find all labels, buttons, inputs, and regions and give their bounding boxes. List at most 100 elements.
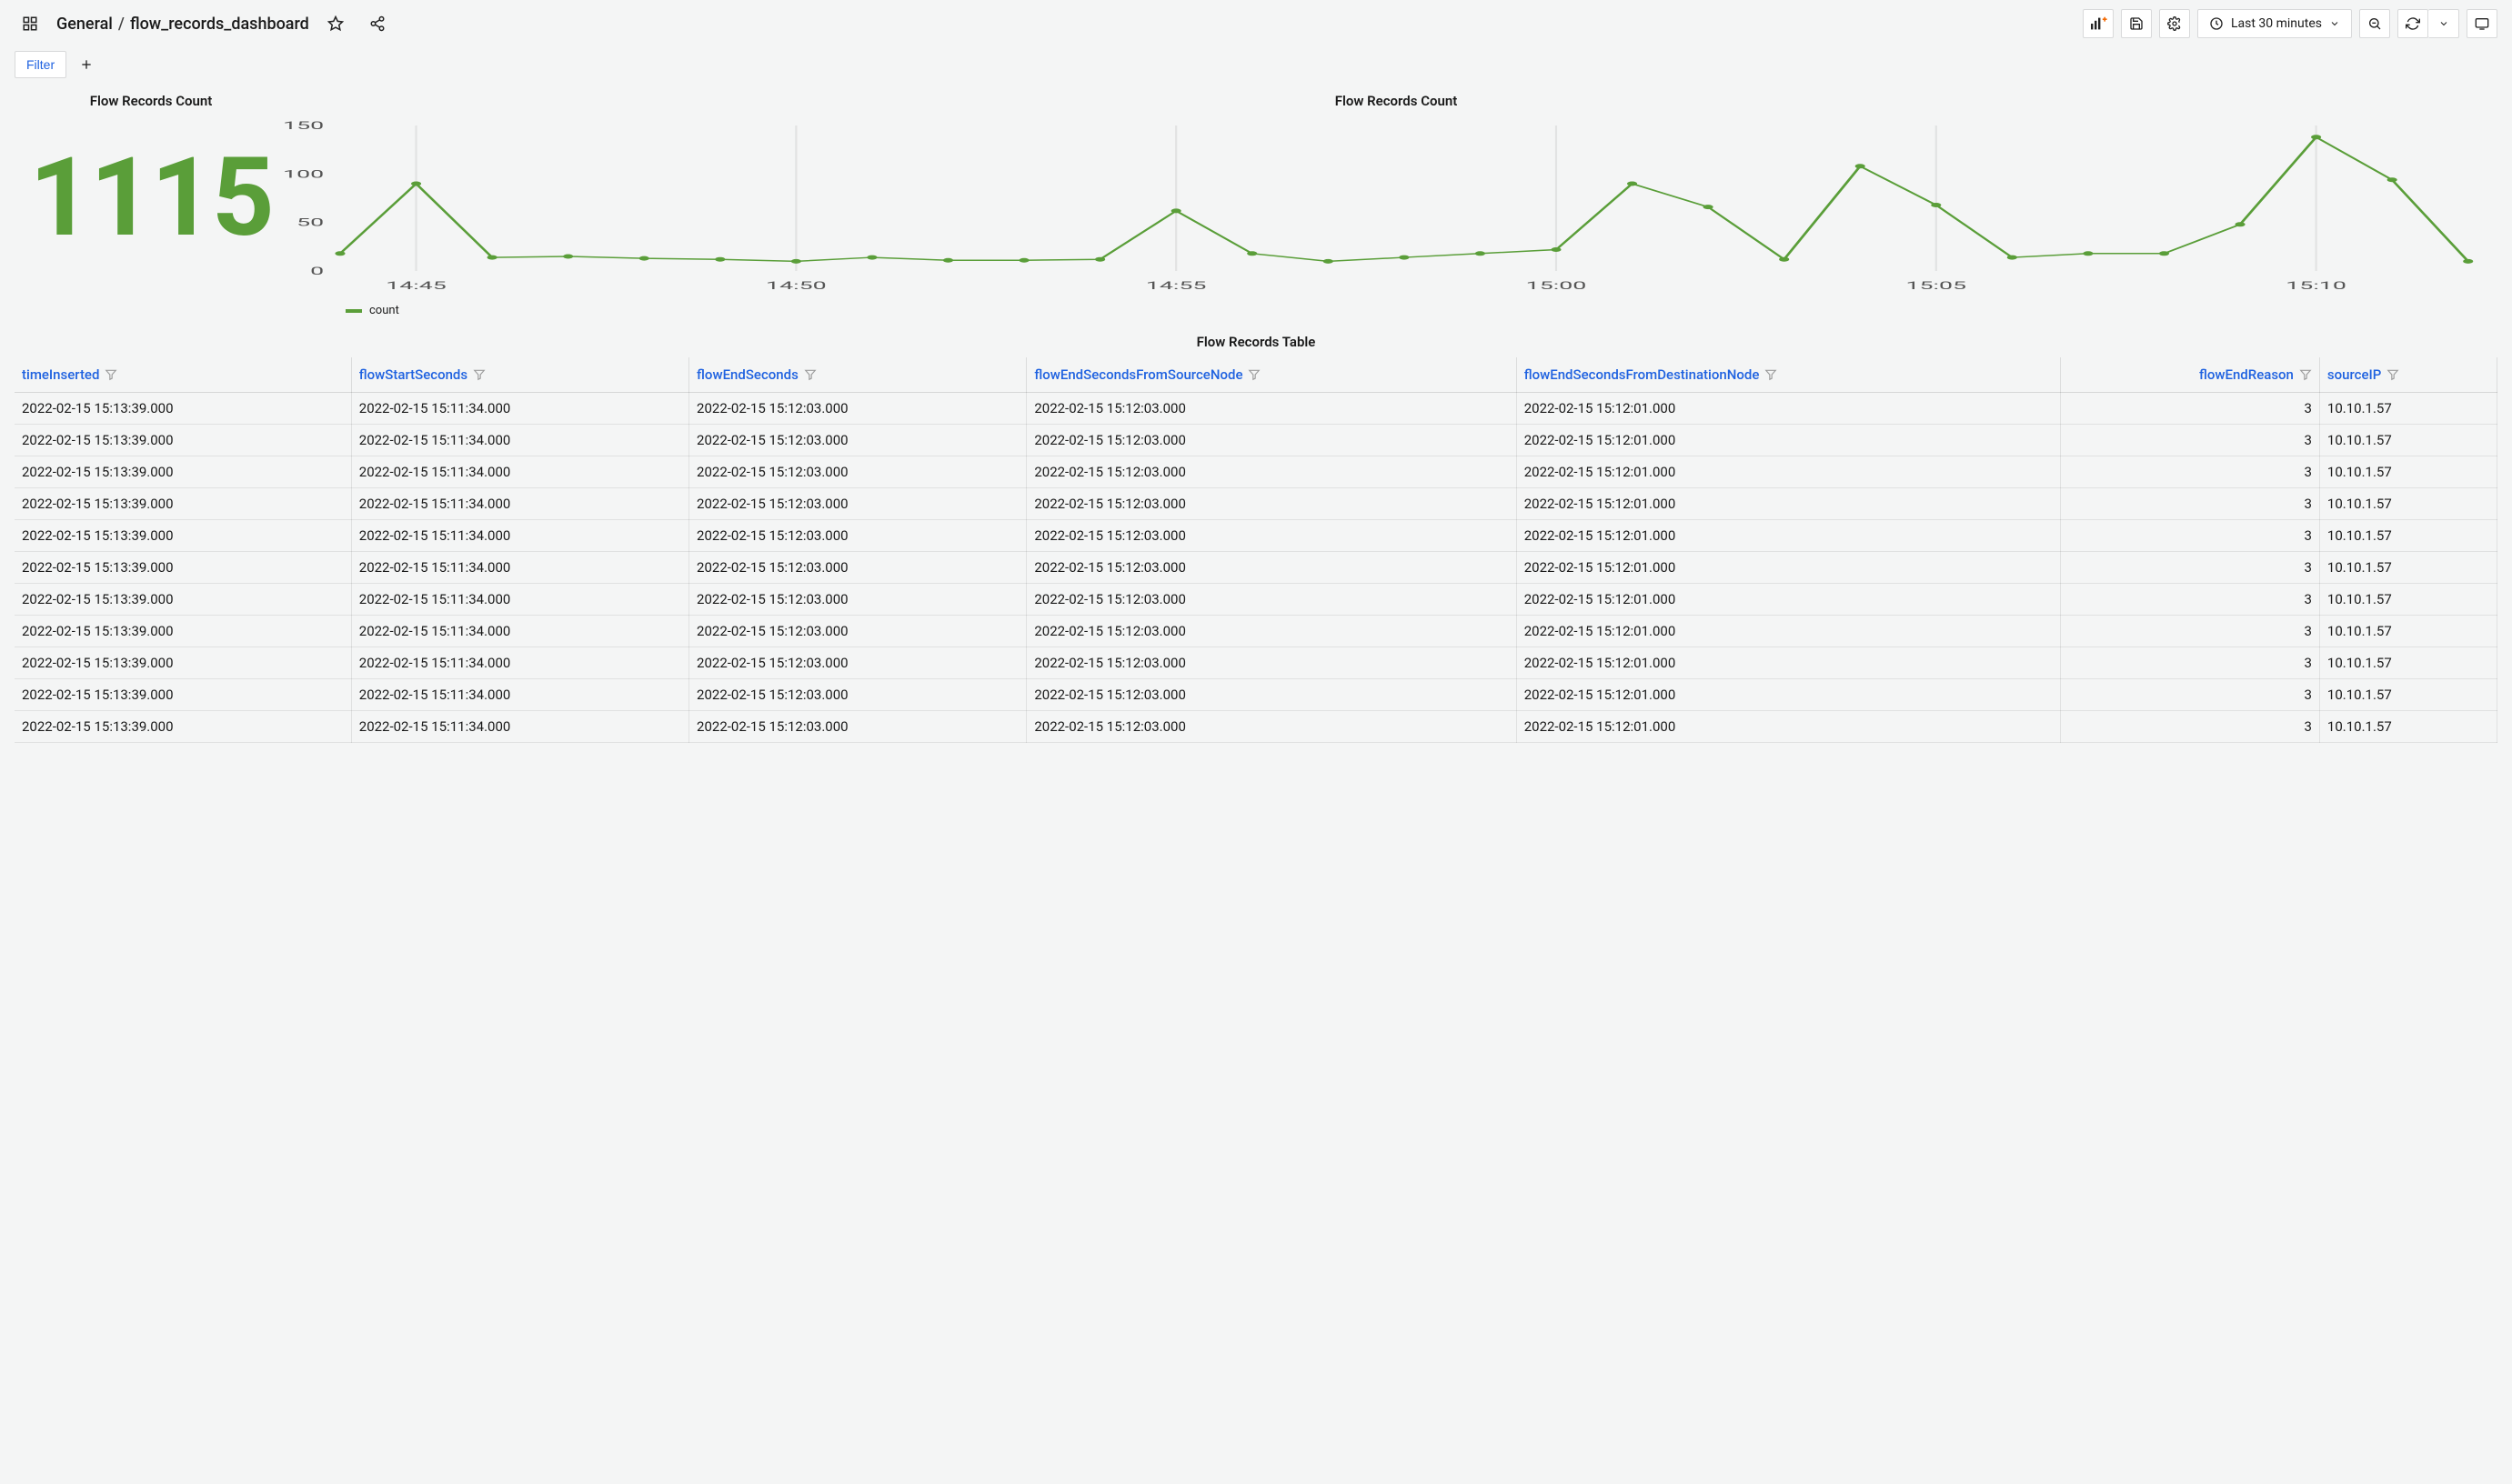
cell-flowEndSecondsFromDestinationNode: 2022-02-15 15:12:01.000 <box>1516 456 2060 488</box>
cell-flowStartSeconds: 2022-02-15 15:11:34.000 <box>351 647 688 679</box>
table-row[interactable]: 2022-02-15 15:13:39.0002022-02-15 15:11:… <box>15 616 2497 647</box>
time-range-picker[interactable]: Last 30 minutes <box>2197 9 2352 38</box>
flow-records-table[interactable]: timeInsertedflowStartSecondsflowEndSecon… <box>15 357 2497 743</box>
save-button[interactable] <box>2121 9 2152 38</box>
cell-flowEndSeconds: 2022-02-15 15:12:03.000 <box>689 647 1027 679</box>
filter-button[interactable]: Filter <box>15 51 66 78</box>
cell-flowEndSecondsFromSourceNode: 2022-02-15 15:12:03.000 <box>1027 552 1516 584</box>
cell-flowStartSeconds: 2022-02-15 15:11:34.000 <box>351 679 688 711</box>
refresh-group <box>2397 9 2459 38</box>
share-icon[interactable] <box>362 9 393 38</box>
zoom-out-button[interactable] <box>2359 9 2390 38</box>
refresh-interval-button[interactable] <box>2428 9 2459 38</box>
cell-flowEndSecondsFromDestinationNode: 2022-02-15 15:12:01.000 <box>1516 711 2060 743</box>
legend-swatch <box>346 309 362 313</box>
svg-text:14:55: 14:55 <box>1146 280 1207 293</box>
cell-flowEndSecondsFromDestinationNode: 2022-02-15 15:12:01.000 <box>1516 616 2060 647</box>
column-header-flowEndSecondsFromSourceNode[interactable]: flowEndSecondsFromSourceNode <box>1027 357 1516 393</box>
cell-flowStartSeconds: 2022-02-15 15:11:34.000 <box>351 584 688 616</box>
cell-flowEndSecondsFromDestinationNode: 2022-02-15 15:12:01.000 <box>1516 679 2060 711</box>
column-header-flowStartSeconds[interactable]: flowStartSeconds <box>351 357 688 393</box>
table-row[interactable]: 2022-02-15 15:13:39.0002022-02-15 15:11:… <box>15 393 2497 425</box>
cell-flowEndSecondsFromDestinationNode: 2022-02-15 15:12:01.000 <box>1516 488 2060 520</box>
table-row[interactable]: 2022-02-15 15:13:39.0002022-02-15 15:11:… <box>15 488 2497 520</box>
cell-flowEndSeconds: 2022-02-15 15:12:03.000 <box>689 616 1027 647</box>
cell-flowEndSeconds: 2022-02-15 15:12:03.000 <box>689 711 1027 743</box>
line-chart[interactable]: 05010015014:4514:5014:5515:0015:0515:10 <box>340 116 2488 298</box>
tv-mode-button[interactable] <box>2467 9 2497 38</box>
cell-timeInserted: 2022-02-15 15:13:39.000 <box>15 488 351 520</box>
cell-flowEndSecondsFromSourceNode: 2022-02-15 15:12:03.000 <box>1027 456 1516 488</box>
chevron-down-icon <box>2329 18 2340 29</box>
cell-timeInserted: 2022-02-15 15:13:39.000 <box>15 647 351 679</box>
chart-legend[interactable]: count <box>295 298 2497 317</box>
svg-text:14:50: 14:50 <box>766 280 827 293</box>
svg-text:15:05: 15:05 <box>1905 280 1966 293</box>
breadcrumb-dashboard[interactable]: flow_records_dashboard <box>130 15 309 34</box>
cell-flowEndReason: 3 <box>2060 393 2319 425</box>
svg-text:14:45: 14:45 <box>386 280 447 293</box>
add-variable-button[interactable] <box>75 54 97 75</box>
star-icon[interactable] <box>320 9 351 38</box>
stat-value: 1115 <box>29 116 272 280</box>
column-header-flowEndReason[interactable]: flowEndReason <box>2060 357 2319 393</box>
cell-timeInserted: 2022-02-15 15:13:39.000 <box>15 584 351 616</box>
table-row[interactable]: 2022-02-15 15:13:39.0002022-02-15 15:11:… <box>15 520 2497 552</box>
svg-text:100: 100 <box>283 168 324 181</box>
cell-sourceIP: 10.10.1.57 <box>2319 488 2497 520</box>
table-row[interactable]: 2022-02-15 15:13:39.0002022-02-15 15:11:… <box>15 584 2497 616</box>
cell-flowEndSecondsFromSourceNode: 2022-02-15 15:12:03.000 <box>1027 584 1516 616</box>
cell-flowStartSeconds: 2022-02-15 15:11:34.000 <box>351 711 688 743</box>
cell-flowEndReason: 3 <box>2060 711 2319 743</box>
cell-flowStartSeconds: 2022-02-15 15:11:34.000 <box>351 425 688 456</box>
cell-flowEndSecondsFromDestinationNode: 2022-02-15 15:12:01.000 <box>1516 647 2060 679</box>
chart-panel-title: Flow Records Count <box>295 89 2497 116</box>
cell-flowStartSeconds: 2022-02-15 15:11:34.000 <box>351 520 688 552</box>
cell-flowEndSeconds: 2022-02-15 15:12:03.000 <box>689 393 1027 425</box>
cell-timeInserted: 2022-02-15 15:13:39.000 <box>15 711 351 743</box>
column-header-flowEndSecondsFromDestinationNode[interactable]: flowEndSecondsFromDestinationNode <box>1516 357 2060 393</box>
svg-text:50: 50 <box>296 216 324 229</box>
time-range-label: Last 30 minutes <box>2231 16 2322 31</box>
stat-panel[interactable]: Flow Records Count 1115 <box>15 89 287 317</box>
variable-toolbar: Filter <box>0 47 2512 89</box>
settings-button[interactable] <box>2159 9 2190 38</box>
table-row[interactable]: 2022-02-15 15:13:39.0002022-02-15 15:11:… <box>15 647 2497 679</box>
cell-flowEndSeconds: 2022-02-15 15:12:03.000 <box>689 425 1027 456</box>
cell-sourceIP: 10.10.1.57 <box>2319 647 2497 679</box>
cell-timeInserted: 2022-02-15 15:13:39.000 <box>15 393 351 425</box>
cell-flowEndReason: 3 <box>2060 616 2319 647</box>
table-row[interactable]: 2022-02-15 15:13:39.0002022-02-15 15:11:… <box>15 711 2497 743</box>
cell-flowEndSeconds: 2022-02-15 15:12:03.000 <box>689 679 1027 711</box>
column-header-flowEndSeconds[interactable]: flowEndSeconds <box>689 357 1027 393</box>
table-row[interactable]: 2022-02-15 15:13:39.0002022-02-15 15:11:… <box>15 679 2497 711</box>
svg-text:15:00: 15:00 <box>1526 280 1587 293</box>
chart-panel[interactable]: Flow Records Count 05010015014:4514:5014… <box>295 89 2497 317</box>
cell-flowEndReason: 3 <box>2060 456 2319 488</box>
apps-grid-icon[interactable] <box>15 9 45 38</box>
column-header-timeInserted[interactable]: timeInserted <box>15 357 351 393</box>
cell-flowStartSeconds: 2022-02-15 15:11:34.000 <box>351 456 688 488</box>
table-panel: Flow Records Table timeInsertedflowStart… <box>0 317 2512 761</box>
refresh-button[interactable] <box>2397 9 2428 38</box>
breadcrumb: General / flow_records_dashboard <box>56 15 309 34</box>
table-row[interactable]: 2022-02-15 15:13:39.0002022-02-15 15:11:… <box>15 552 2497 584</box>
breadcrumb-separator: / <box>118 15 125 34</box>
add-panel-button[interactable] <box>2083 9 2114 38</box>
cell-flowEndSecondsFromDestinationNode: 2022-02-15 15:12:01.000 <box>1516 552 2060 584</box>
cell-flowEndReason: 3 <box>2060 679 2319 711</box>
table-row[interactable]: 2022-02-15 15:13:39.0002022-02-15 15:11:… <box>15 425 2497 456</box>
cell-flowEndReason: 3 <box>2060 488 2319 520</box>
column-header-sourceIP[interactable]: sourceIP <box>2319 357 2497 393</box>
cell-flowEndReason: 3 <box>2060 647 2319 679</box>
cell-flowStartSeconds: 2022-02-15 15:11:34.000 <box>351 488 688 520</box>
breadcrumb-folder[interactable]: General <box>56 15 113 34</box>
cell-flowEndSecondsFromSourceNode: 2022-02-15 15:12:03.000 <box>1027 647 1516 679</box>
cell-sourceIP: 10.10.1.57 <box>2319 456 2497 488</box>
cell-flowEndSecondsFromDestinationNode: 2022-02-15 15:12:01.000 <box>1516 393 2060 425</box>
table-row[interactable]: 2022-02-15 15:13:39.0002022-02-15 15:11:… <box>15 456 2497 488</box>
cell-flowStartSeconds: 2022-02-15 15:11:34.000 <box>351 393 688 425</box>
cell-timeInserted: 2022-02-15 15:13:39.000 <box>15 616 351 647</box>
legend-label: count <box>369 304 399 317</box>
cell-flowStartSeconds: 2022-02-15 15:11:34.000 <box>351 616 688 647</box>
